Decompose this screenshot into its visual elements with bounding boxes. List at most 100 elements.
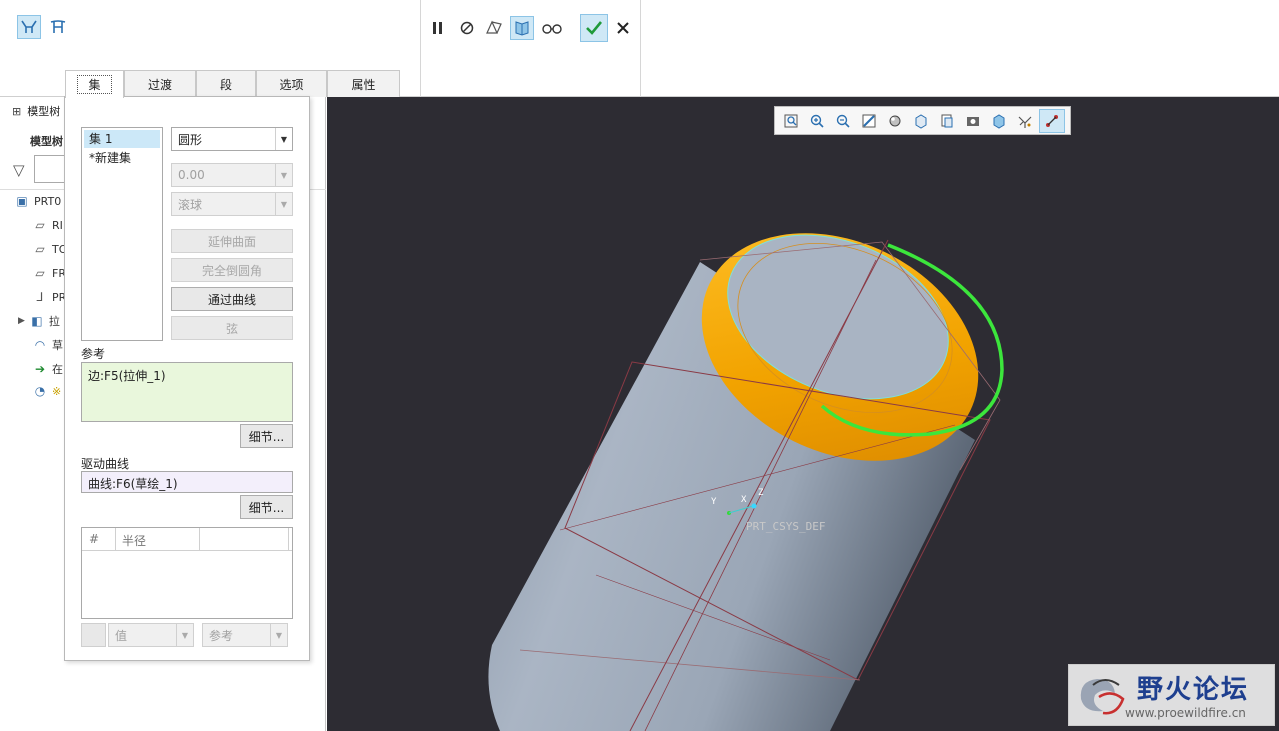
saved-views-icon[interactable]	[935, 110, 959, 132]
references-collector[interactable]: 边:F5(拉伸_1)	[81, 362, 293, 422]
tree-item-csys[interactable]: ⅃ PR	[32, 287, 67, 307]
column-radius: 半径	[122, 534, 147, 548]
sets-panel: 集 1 *新建集 圆形 ▼ 0.00 ▼ 滚球 ▼ 延伸曲面 完全倒圆角 通过曲…	[64, 96, 310, 661]
model-tree-subtitle: 模型树	[30, 135, 63, 148]
tab-label: 段	[219, 77, 232, 92]
appearance-icon[interactable]	[883, 110, 907, 132]
tree-item-label: PRT0	[34, 194, 62, 208]
tree-item-label: 在	[52, 363, 63, 376]
datum-plane-icon: ▱	[35, 218, 45, 232]
column-number: #	[89, 532, 100, 546]
full-round-button[interactable]: 完全倒圆角	[171, 258, 293, 282]
preview-icon[interactable]	[482, 16, 506, 40]
tree-item-label: 草	[52, 339, 63, 352]
driving-curve-value[interactable]: 曲线:F6(草绘_1)	[88, 477, 178, 491]
radius-value-select[interactable]: 值 ▼	[108, 623, 194, 647]
tree-item-insert-here[interactable]: ➔ 在	[32, 359, 63, 379]
in-graphics-toolbar	[774, 106, 1071, 135]
model-tree-title: 模型树	[27, 105, 61, 118]
display-style-icon[interactable]	[909, 110, 933, 132]
datum-plane-icon: ▱	[35, 242, 45, 256]
repaint-icon[interactable]	[857, 110, 881, 132]
zoom-in-icon[interactable]	[805, 110, 829, 132]
tab-sets[interactable]: 集	[65, 70, 124, 98]
view-manager-icon[interactable]	[961, 110, 985, 132]
perspective-icon[interactable]	[987, 110, 1011, 132]
tree-item-part[interactable]: ▣ PRT0	[14, 191, 61, 211]
references-details-button[interactable]: 细节...	[240, 424, 293, 448]
tangent-chain-icon[interactable]	[46, 15, 70, 39]
radius-table-header: # 半径	[82, 528, 292, 551]
references-label: 参考	[81, 347, 106, 361]
driving-curve-label: 驱动曲线	[81, 457, 130, 471]
select-value: 圆形	[178, 132, 203, 147]
tree-item-label: ※	[52, 384, 62, 398]
tab-segments[interactable]: 段	[196, 70, 256, 97]
reference-edge[interactable]: 边:F5(拉伸_1)	[88, 369, 166, 383]
cross-section-shape-select[interactable]: 圆形 ▼	[171, 127, 293, 151]
radius-reference-select[interactable]: 参考 ▼	[202, 623, 288, 647]
sets-list[interactable]: 集 1 *新建集	[81, 127, 163, 341]
csys-name-label: PRT_CSYS_DEF	[746, 520, 826, 533]
tree-item-round[interactable]: ◔ ※	[32, 381, 61, 401]
extend-surfaces-button[interactable]: 延伸曲面	[171, 229, 293, 253]
no-preview-icon[interactable]	[455, 16, 479, 40]
datum-plane-icon: ▱	[35, 266, 45, 280]
model-view[interactable]	[327, 97, 1279, 731]
tab-options[interactable]: 选项	[256, 70, 327, 97]
conic-value-select[interactable]: 0.00 ▼	[171, 163, 293, 187]
tab-label: 过渡	[147, 77, 172, 92]
csys-origin	[751, 503, 757, 509]
tree-item-right-plane[interactable]: ▱ RI	[32, 215, 63, 235]
tab-label: 集	[77, 75, 112, 94]
chain-icon[interactable]	[17, 15, 41, 39]
select-value: 参考	[209, 628, 234, 643]
part-icon: ▣	[16, 194, 28, 208]
watermark-logo: 野火论坛 www.proewildfire.cn	[1068, 664, 1275, 726]
driving-curve-collector[interactable]: 曲线:F6(草绘_1)	[81, 471, 293, 493]
verify-mode-icon[interactable]	[510, 16, 534, 40]
chord-button[interactable]: 弦	[171, 316, 293, 340]
graphics-window[interactable]: Y X Z PRT_CSYS_DEF	[327, 97, 1279, 731]
column-divider	[115, 528, 116, 551]
tab-properties[interactable]: 属性	[327, 70, 400, 97]
filter-icon[interactable]: ▽	[13, 161, 25, 179]
chevron-down-icon: ▼	[176, 624, 193, 646]
radius-table[interactable]: # 半径	[81, 527, 293, 619]
datum-display-icon[interactable]	[1013, 110, 1037, 132]
pause-icon[interactable]	[426, 16, 450, 40]
zoom-out-icon[interactable]	[831, 110, 855, 132]
through-curve-button[interactable]: 通过曲线	[171, 287, 293, 311]
round-icon: ◔	[34, 384, 46, 398]
forum-logo-icon	[1080, 679, 1125, 715]
tree-item-label: 拉	[48, 315, 60, 328]
rolling-ball-select[interactable]: 滚球 ▼	[171, 192, 293, 216]
new-set-item[interactable]: *新建集	[84, 149, 160, 167]
insert-arrow-icon: ➔	[34, 362, 46, 376]
annotation-display-icon[interactable]	[1039, 108, 1065, 133]
tree-item-extrude[interactable]: ▶ ◧ 拉	[18, 311, 60, 331]
csys-icon: ⅃	[36, 290, 44, 304]
ribbon-separator	[420, 0, 421, 97]
glasses-icon[interactable]	[540, 16, 564, 40]
watermark-url: www.proewildfire.cn	[1125, 706, 1246, 720]
select-value: 滚球	[178, 197, 203, 212]
tree-item-label: RI	[52, 218, 63, 232]
tab-transitions[interactable]: 过渡	[124, 70, 196, 97]
tree-item-top-plane[interactable]: ▱ TO	[32, 239, 67, 259]
radius-add-button[interactable]	[81, 623, 106, 647]
select-value: 0.00	[178, 168, 205, 182]
driving-curve-details-button[interactable]: 细节...	[240, 495, 293, 519]
tab-label: 选项	[279, 77, 304, 92]
column-divider	[288, 528, 289, 551]
csys-x-label: X	[741, 495, 747, 505]
ok-button[interactable]	[580, 14, 608, 42]
tree-item-sketch[interactable]: ◠ 草	[32, 335, 63, 355]
cancel-icon[interactable]	[611, 16, 635, 40]
model-tree-header[interactable]: ⊞ 模型树	[12, 103, 60, 119]
set-item-1[interactable]: 集 1	[84, 130, 160, 148]
ribbon-separator	[640, 0, 641, 97]
refit-icon[interactable]	[779, 110, 803, 132]
tree-structure-icon: ⊞	[12, 104, 22, 118]
tree-item-front-plane[interactable]: ▱ FR	[32, 263, 66, 283]
